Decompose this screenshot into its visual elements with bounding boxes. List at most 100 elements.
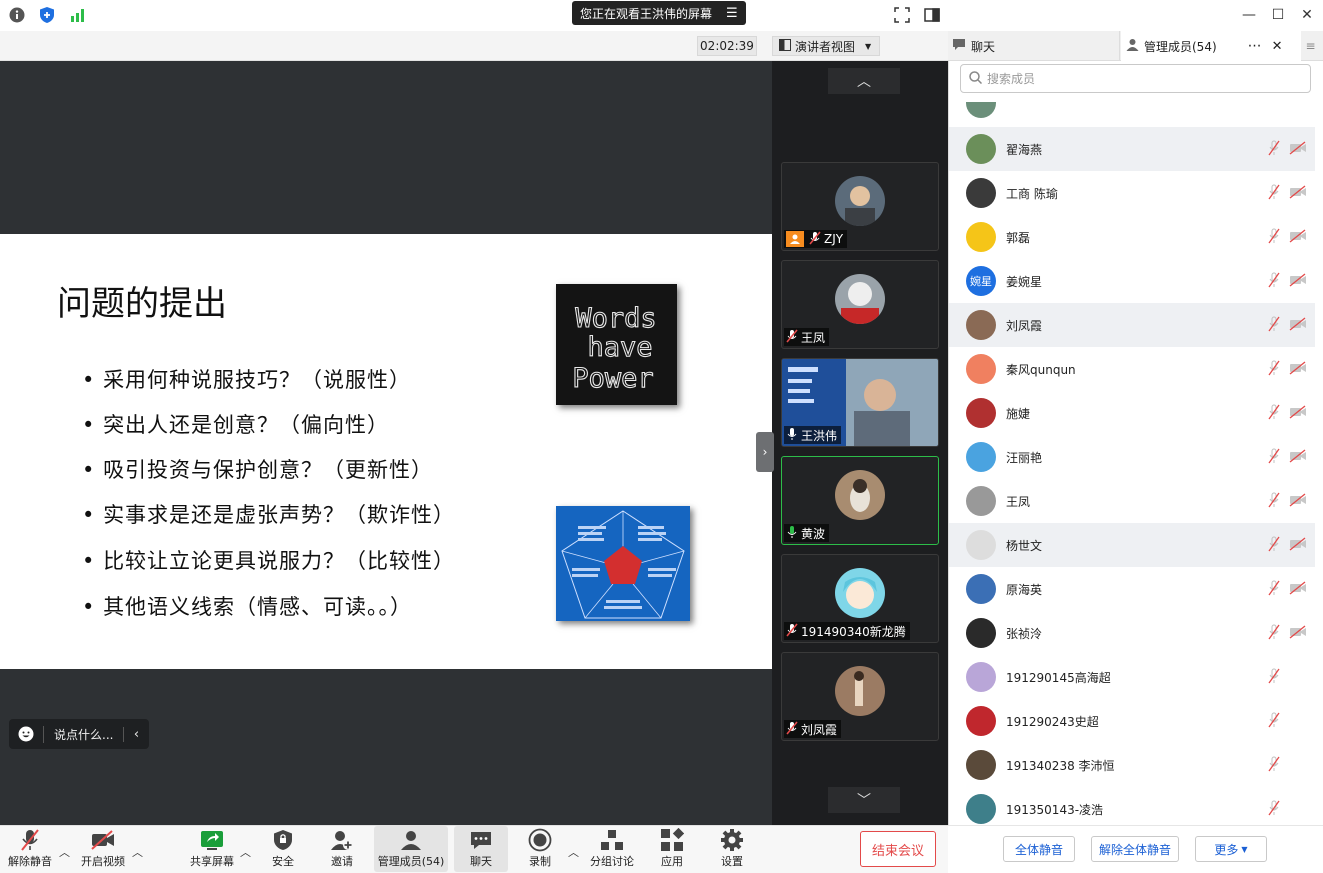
camera-off-icon[interactable] — [1289, 141, 1307, 158]
chat-button[interactable]: 聊天 — [454, 826, 508, 872]
member-row[interactable]: 191290243史超 — [949, 699, 1315, 743]
invite-button[interactable]: 邀请 — [322, 826, 362, 872]
info-icon[interactable] — [8, 6, 26, 24]
chevron-down-icon[interactable]: ﹀ — [828, 787, 900, 813]
video-tile[interactable]: 191490340新龙腾 — [781, 554, 939, 643]
video-tile[interactable]: 刘凤霞 — [781, 652, 939, 741]
chevron-left-icon[interactable]: ‹ — [123, 726, 149, 742]
close-icon[interactable]: ✕ — [1295, 4, 1319, 26]
member-row[interactable]: 191340238 李沛恒 — [949, 743, 1315, 787]
camera-off-icon[interactable] — [1289, 317, 1307, 334]
mic-muted-icon[interactable] — [1267, 272, 1281, 291]
video-tile[interactable]: 王凤 — [781, 260, 939, 349]
camera-off-icon[interactable] — [1289, 493, 1307, 510]
member-row[interactable]: 工商 陈瑜 — [949, 171, 1315, 215]
camera-off-icon[interactable] — [1289, 581, 1307, 598]
view-mode-dropdown[interactable]: 演讲者视图 ▼ — [772, 36, 880, 56]
member-row[interactable]: 原海英 — [949, 567, 1315, 611]
camera-off-icon[interactable] — [1289, 229, 1307, 246]
video-tile[interactable]: ZJY — [781, 162, 939, 251]
unmute-button[interactable]: 解除静音 — [6, 826, 54, 872]
member-row[interactable]: 汪丽艳 — [949, 435, 1315, 479]
record-button[interactable]: 录制 — [520, 826, 560, 872]
member-name: 191350143-凌浩 — [1006, 803, 1104, 817]
breakout-icon — [600, 827, 624, 853]
mute-all-button[interactable]: 全体静音 — [1003, 836, 1075, 862]
list-icon[interactable]: ☰ — [726, 6, 738, 21]
panel-menu-icon[interactable]: ≡ — [1298, 31, 1323, 61]
video-tile[interactable]: 王洪伟 — [781, 358, 939, 447]
chevron-up-icon[interactable]: ︿ — [828, 68, 900, 94]
mic-muted-icon[interactable] — [1267, 624, 1281, 643]
mic-muted-icon[interactable] — [1267, 316, 1281, 335]
mic-muted-icon[interactable] — [1267, 140, 1281, 159]
member-row[interactable]: 秦风qunqun — [949, 347, 1315, 391]
camera-off-icon[interactable] — [1289, 625, 1307, 642]
mic-muted-icon[interactable] — [1267, 448, 1281, 467]
mic-muted-icon[interactable] — [1267, 536, 1281, 555]
slide-bullet: • 比较让立论更具说服力？（比较性） — [82, 549, 456, 573]
mic-muted-icon[interactable] — [1267, 712, 1281, 731]
mic-muted-icon[interactable] — [1267, 404, 1281, 423]
chat-placeholder[interactable]: 说点什么... — [43, 725, 123, 743]
member-row[interactable]: 刘凤霞 — [949, 303, 1315, 347]
camera-off-icon[interactable] — [1289, 537, 1307, 554]
share-screen-icon — [199, 827, 225, 853]
shield-icon[interactable] — [38, 6, 56, 24]
mic-muted-icon[interactable] — [1267, 668, 1281, 687]
more-icon[interactable]: ⋯ — [1248, 38, 1263, 54]
member-row[interactable]: 杨世文 — [949, 523, 1315, 567]
mic-muted-icon[interactable] — [1267, 360, 1281, 379]
maximize-icon[interactable]: ☐ — [1266, 4, 1290, 26]
mic-muted-icon[interactable] — [1267, 580, 1281, 599]
chevron-up-icon[interactable]: ︿ — [132, 844, 143, 860]
end-meeting-button[interactable]: 结束会议 — [860, 831, 936, 867]
security-button[interactable]: 安全 — [263, 826, 303, 872]
close-icon[interactable]: ✕ — [1272, 39, 1283, 54]
start-video-button[interactable]: 开启视频 — [78, 826, 128, 872]
unmute-all-button[interactable]: 解除全体静音 — [1091, 836, 1179, 862]
chevron-up-icon[interactable]: ︿ — [240, 844, 251, 860]
member-row[interactable]: 191290145高海超 — [949, 655, 1315, 699]
member-row[interactable]: 翟海燕 — [949, 127, 1315, 171]
emoji-icon[interactable] — [9, 726, 43, 742]
member-row[interactable]: 王凤 — [949, 479, 1315, 523]
screen-share-banner[interactable]: 您正在观看王洪伟的屏幕 ☰ — [572, 1, 746, 25]
member-row[interactable]: 婉星 姜婉星 — [949, 259, 1315, 303]
collapse-gallery-handle[interactable]: › — [756, 432, 774, 472]
chat-input-bar[interactable]: 说点什么... ‹ — [9, 719, 149, 749]
share-screen-button[interactable]: 共享屏幕 — [187, 826, 237, 872]
member-name: 郭磊 — [1006, 231, 1031, 245]
mic-muted-icon[interactable] — [1267, 800, 1281, 819]
camera-off-icon[interactable] — [1289, 361, 1307, 378]
camera-off-icon[interactable] — [1289, 185, 1307, 202]
mic-muted-icon[interactable] — [1267, 184, 1281, 203]
tab-chat[interactable]: 聊天 — [952, 31, 1120, 61]
member-row[interactable]: 张祯泠 — [949, 611, 1315, 655]
mic-muted-icon[interactable] — [1267, 228, 1281, 247]
settings-button[interactable]: 设置 — [712, 826, 752, 872]
manage-members-button[interactable]: 管理成员(54) — [374, 826, 448, 872]
camera-off-icon[interactable] — [1289, 449, 1307, 466]
camera-off-icon[interactable] — [1289, 405, 1307, 422]
more-button[interactable]: 更多 ▼ — [1195, 836, 1267, 862]
chevron-up-icon[interactable]: ︿ — [59, 844, 70, 860]
breakout-button[interactable]: 分组讨论 — [587, 826, 637, 872]
apps-button[interactable]: 应用 — [652, 826, 692, 872]
tab-members[interactable]: 管理成员(54) ⋯ ✕ — [1121, 31, 1301, 61]
minimize-icon[interactable]: — — [1237, 4, 1261, 26]
sidebar-toggle-icon[interactable] — [923, 6, 941, 24]
mic-muted-icon[interactable] — [1267, 492, 1281, 511]
chevron-up-icon[interactable]: ︿ — [568, 844, 579, 860]
participant-name: 王洪伟 — [801, 428, 838, 443]
fullscreen-icon[interactable] — [893, 6, 911, 24]
video-tile[interactable]: 黄波 — [781, 456, 939, 545]
camera-off-icon[interactable] — [1289, 273, 1307, 290]
member-row[interactable]: 施婕 — [949, 391, 1315, 435]
signal-icon[interactable] — [69, 6, 87, 24]
member-row[interactable]: 郭磊 — [949, 215, 1315, 259]
chevron-down-icon: ▼ — [865, 41, 872, 51]
mic-muted-icon[interactable] — [1267, 756, 1281, 775]
search-input[interactable]: 搜索成员 — [960, 64, 1311, 93]
avatar — [966, 486, 996, 516]
